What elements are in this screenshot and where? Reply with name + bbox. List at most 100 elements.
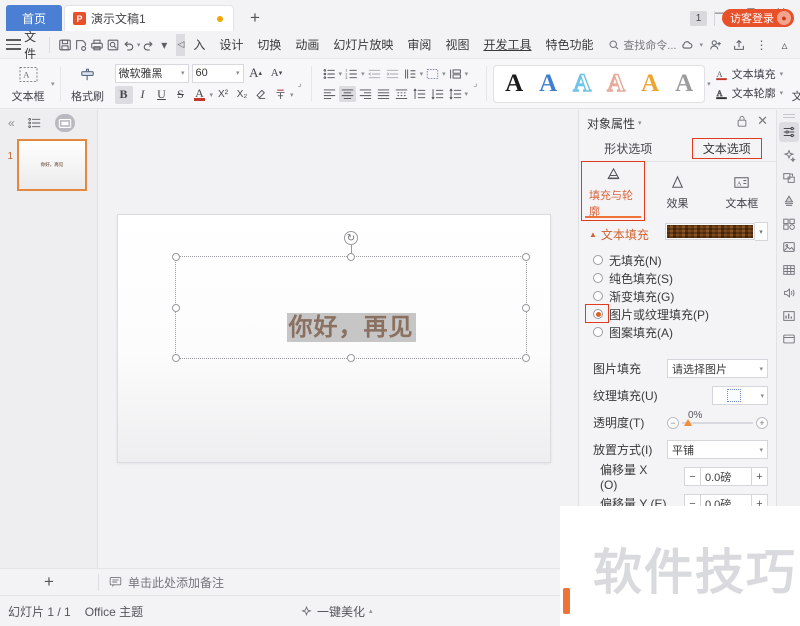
text-direction-dropdown-icon[interactable]: ▾ [420,70,424,78]
table-icon[interactable] [779,260,799,280]
resize-handle-nw[interactable] [172,253,180,261]
new-tab-button[interactable]: + [244,8,266,28]
paragraph-dialog-launcher[interactable]: ⌟ [473,59,481,108]
line-spacing-dropdown-icon[interactable]: ▾ [465,90,469,98]
radio-gradient-fill[interactable]: 渐变填充(G) [593,287,776,305]
outline-view-icon[interactable] [25,114,45,132]
align-text-dropdown-icon[interactable]: ▾ [442,70,446,78]
design-idea-icon[interactable] [779,191,799,211]
offset-x-stepper[interactable]: − 0.0磅 + [684,467,768,486]
text-direction-icon[interactable] [402,66,419,82]
print-icon[interactable] [89,34,105,55]
picture-icon[interactable] [779,237,799,257]
numbering-dropdown-icon[interactable]: ▾ [361,70,365,78]
decrease-transparency-button[interactable]: − [667,416,679,429]
text-fill-dropdown-icon[interactable]: ▾ [780,70,784,78]
rotate-handle-icon[interactable]: ↻ [344,231,358,245]
subtab-fill-and-outline[interactable]: 填充与轮廓 [581,161,646,221]
wordart-style-blue[interactable]: A [531,67,565,101]
bullets-dropdown-icon[interactable]: ▾ [339,70,343,78]
font-name-input[interactable]: 微软雅黑 ▾ [114,63,189,83]
pinyin-guide-icon[interactable] [271,86,289,104]
slide-text-content[interactable]: 你好，再见 [176,307,526,342]
text-effect-button[interactable]: A 文本效 [785,63,800,104]
slide-surface[interactable]: ↻ 你好，再见 − [118,215,622,462]
login-button[interactable]: 访客登录 ● [722,9,794,27]
tab-animations[interactable]: 动画 [288,33,326,56]
ribbon-scroll-left-button[interactable]: ◁ [176,33,186,56]
transparency-slider[interactable]: − 0% + [667,410,768,429]
textbox-dropdown-icon[interactable]: ▾ [51,80,55,88]
slide-view-icon[interactable] [54,114,75,132]
italic-button[interactable]: I [134,86,152,104]
increase-indent-icon[interactable] [384,66,401,82]
beautify-button[interactable]: 一键美化 ▴ [300,603,373,620]
cloud-dropdown-icon[interactable]: ▾ [699,41,703,49]
distribute-icon[interactable] [393,86,410,102]
texture-brown-swatch[interactable] [665,223,755,240]
pinyin-dropdown-icon[interactable]: ▾ [290,91,294,99]
collapse-ribbon-icon[interactable]: ▵ [774,34,795,55]
increase-transparency-button[interactable]: + [756,416,768,429]
texture-swatch-control[interactable]: ▾ [665,222,768,241]
clear-format-icon[interactable] [252,86,270,104]
pin-icon[interactable] [736,115,748,131]
cloud-sync-icon[interactable] [676,34,697,55]
tab-developer[interactable]: 开发工具 [476,33,538,56]
document-tab[interactable]: P 演示文稿1 [64,5,234,31]
tab-text-options[interactable]: 文本选项 [678,136,777,161]
subtab-effects[interactable]: 效果 [645,166,709,216]
chart-icon[interactable] [779,306,799,326]
wordart-style-gray[interactable]: A [667,67,701,101]
tab-design[interactable]: 设计 [212,33,250,56]
wordart-style-amber[interactable]: A [633,67,667,101]
resize-handle-ne[interactable] [522,253,530,261]
close-icon[interactable]: ✕ [757,114,768,131]
add-slide-button[interactable]: + [0,572,98,592]
more-options-icon[interactable]: ⋮ [751,34,772,55]
tab-review[interactable]: 审阅 [400,33,438,56]
tab-shape-options[interactable]: 形状选项 [579,136,678,161]
radio-no-fill[interactable]: 无填充(N) [593,251,776,269]
tab-special-features[interactable]: 特色功能 [538,33,599,56]
line-spacing-icon[interactable] [447,86,464,102]
align-center-icon[interactable] [338,85,356,102]
file-menu-button[interactable]: 文件 [24,28,42,62]
font-color-button[interactable]: A [191,86,209,104]
text-outline-dropdown-icon[interactable]: ▾ [780,89,784,97]
save-icon[interactable] [57,34,73,55]
collapse-pane-icon[interactable]: « [8,116,15,130]
menu-hamburger-icon[interactable] [6,39,22,50]
justify-icon[interactable] [375,86,392,102]
align-right-icon[interactable] [357,86,374,102]
offset-x-value[interactable]: 0.0磅 [701,467,751,486]
increase-button[interactable]: + [751,467,768,486]
tab-transitions[interactable]: 切换 [250,33,288,56]
font-size-input[interactable]: 60 ▾ [191,63,244,83]
chevron-down-icon[interactable]: ▾ [638,119,642,127]
save-as-icon[interactable] [73,34,89,55]
align-left-icon[interactable] [321,86,338,102]
slider-thumb[interactable] [684,418,692,426]
decrease-line-spacing-icon[interactable] [429,86,446,102]
radio-pattern-fill[interactable]: 图案填充(A) [593,323,776,341]
notes-input[interactable]: 单击此处添加备注 [99,574,224,591]
tab-insert[interactable]: 入 [186,33,212,56]
resize-handle-se[interactable] [522,354,530,362]
list-item[interactable]: 1 你好，再见 [0,136,97,191]
slide-count-label[interactable]: 幻灯片 1 / 1 [8,603,71,620]
superscript-button[interactable]: X² [214,86,232,104]
subscript-button[interactable]: X₂ [233,86,251,104]
bullets-icon[interactable] [321,66,338,82]
audio-icon[interactable] [779,283,799,303]
font-color-dropdown-icon[interactable]: ▾ [210,91,214,99]
undo-icon[interactable] [121,34,137,55]
animation-icon[interactable] [779,145,799,165]
slide-layout-icon[interactable] [779,329,799,349]
text-outline-button[interactable]: A 文本轮廓 ▾ [715,85,784,101]
shrink-font-button[interactable]: A ▾ [268,64,286,82]
format-painter-button[interactable]: 格式刷 [65,63,111,104]
wordart-style-black[interactable]: A [497,67,531,101]
font-dialog-launcher[interactable]: ⌟ [298,59,306,108]
decrease-indent-icon[interactable] [366,66,383,82]
